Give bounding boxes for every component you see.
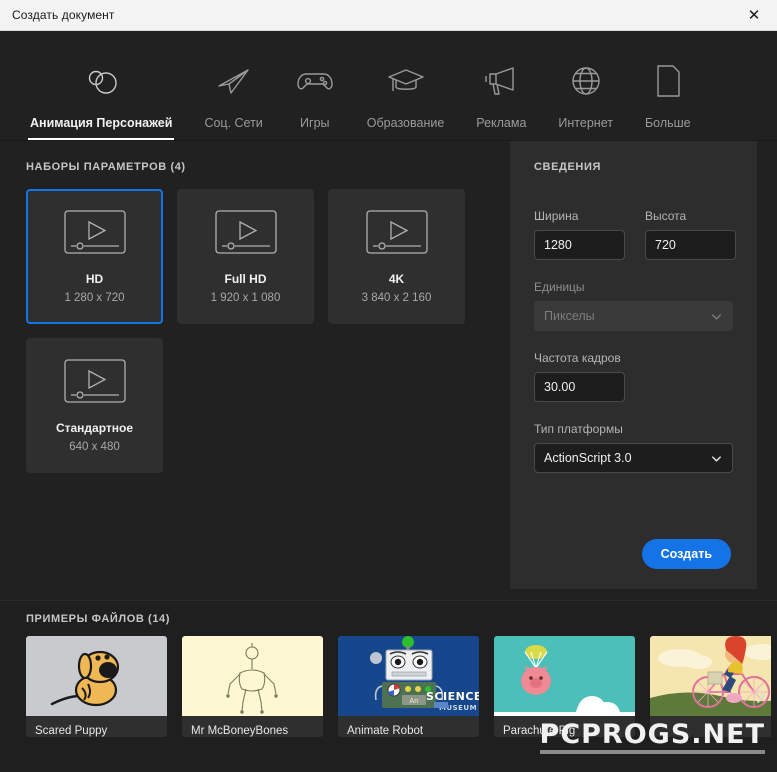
preset-card-standard[interactable]: Стандартное 640 x 480 — [26, 338, 163, 473]
sample-name: Parachute Pig — [503, 725, 576, 737]
preset-name: Стандартное — [55, 421, 134, 435]
category-tabs: Анимация Персонажей Соц. Сети Игры Образ… — [0, 31, 777, 141]
sample-files-strip: Scared Puppy Mr McBoneyBones An SCIENCE … — [26, 636, 771, 737]
dialog-body: НАБОРЫ ПАРАМЕТРОВ (4) HD 1 280 x 720 Ful… — [0, 141, 777, 600]
tab-games[interactable]: Игры — [279, 31, 351, 140]
sample-files-section: ПРИМЕРЫ ФАЙЛОВ (14) Scared Puppy Mr McBo… — [0, 600, 777, 772]
svg-text:SCIENCE: SCIENCE — [426, 690, 479, 703]
presets-section: НАБОРЫ ПАРАМЕТРОВ (4) HD 1 280 x 720 Ful… — [0, 141, 510, 600]
height-label: Высота — [645, 209, 687, 223]
preset-grid: HD 1 280 x 720 Full HD 1 920 x 1 080 4K … — [26, 189, 486, 473]
preset-card-hd[interactable]: HD 1 280 x 720 — [26, 189, 163, 324]
preset-dimensions: 640 x 480 — [69, 441, 120, 453]
preset-card-full-hd[interactable]: Full HD 1 920 x 1 080 — [177, 189, 314, 324]
platform-value: ActionScript 3.0 — [544, 451, 632, 465]
tab-label: Соц. Сети — [204, 116, 263, 130]
globe-icon — [568, 58, 604, 104]
framerate-label: Частота кадров — [534, 351, 621, 365]
sample-thumbnail-pig — [494, 636, 635, 716]
video-preset-icon — [365, 209, 429, 260]
size-fields-row: Ширина Высота — [534, 209, 736, 260]
title-bar: Создать документ ✕ — [0, 0, 777, 31]
units-value: Пикселы — [544, 309, 595, 323]
samples-section-title: ПРИМЕРЫ ФАЙЛОВ (14) — [26, 613, 171, 625]
preset-name: Full HD — [224, 272, 267, 286]
tab-social-media[interactable]: Соц. Сети — [188, 31, 278, 140]
tab-label: Реклама — [476, 116, 527, 130]
window-title: Создать документ — [12, 8, 115, 22]
tab-character-animation[interactable]: Анимация Персонажей — [14, 31, 188, 140]
tab-more[interactable]: Больше — [629, 31, 707, 140]
tab-label: Анимация Персонажей — [30, 116, 173, 130]
chevron-right-icon[interactable] — [749, 681, 771, 711]
sample-card-scared-puppy[interactable]: Scared Puppy — [26, 636, 167, 737]
video-preset-icon — [63, 209, 127, 260]
sample-name — [650, 716, 771, 725]
video-preset-icon — [63, 358, 127, 409]
preset-dimensions: 1 280 x 720 — [64, 292, 125, 304]
sample-name: Scared Puppy — [35, 725, 108, 737]
tab-internet[interactable]: Интернет — [542, 31, 629, 140]
chevron-down-icon — [712, 455, 721, 462]
preset-card-4k[interactable]: 4K 3 840 x 2 160 — [328, 189, 465, 324]
framerate-field-group: Частота кадров — [534, 351, 731, 402]
chevron-down-icon — [712, 313, 721, 320]
character-animation-icon — [81, 58, 121, 104]
sample-card-animate-robot[interactable]: An SCIENCE MUSEUM Animate Robot — [338, 636, 479, 737]
sample-thumbnail-puppy — [26, 636, 167, 716]
width-field-group: Ширина — [534, 209, 625, 260]
preset-name: HD — [85, 272, 104, 286]
tab-label: Образование — [366, 116, 445, 130]
tab-education[interactable]: Образование — [351, 31, 460, 140]
create-button[interactable]: Создать — [641, 539, 731, 569]
units-field-group: Единицы Пикселы — [534, 280, 733, 331]
framerate-input[interactable] — [534, 372, 625, 402]
gamepad-icon — [295, 58, 335, 104]
sample-name: Animate Robot — [347, 725, 424, 737]
preset-dimensions: 3 840 x 2 160 — [361, 292, 432, 304]
details-section-title: СВЕДЕНИЯ — [534, 161, 601, 173]
sample-thumbnail-skeleton — [182, 636, 323, 716]
details-panel: СВЕДЕНИЯ Ширина Высота Единицы Пикселы — [510, 141, 757, 589]
sample-name: Mr McBoneyBones — [191, 725, 289, 737]
platform-field-group: Тип платформы ActionScript 3.0 — [534, 422, 733, 473]
tab-label: Игры — [300, 116, 330, 130]
platform-label: Тип платформы — [534, 422, 623, 436]
create-document-dialog: Создать документ ✕ Анимация Персонажей С… — [0, 0, 777, 772]
tab-label: Больше — [644, 116, 691, 130]
tab-advertising[interactable]: Реклама — [460, 31, 542, 140]
presets-section-title: НАБОРЫ ПАРАМЕТРОВ (4) — [26, 161, 186, 173]
platform-select[interactable]: ActionScript 3.0 — [534, 443, 733, 473]
close-icon[interactable]: ✕ — [731, 0, 777, 31]
preset-dimensions: 1 920 x 1 080 — [210, 292, 281, 304]
height-field-group: Высота — [645, 209, 736, 260]
units-select: Пикселы — [534, 301, 733, 331]
sample-thumbnail-robot: An SCIENCE MUSEUM — [338, 636, 479, 716]
svg-text:An: An — [409, 697, 418, 705]
height-input[interactable] — [645, 230, 736, 260]
sample-card-mr-mcboneybones[interactable]: Mr McBoneyBones — [182, 636, 323, 737]
width-input[interactable] — [534, 230, 625, 260]
units-label: Единицы — [534, 280, 585, 294]
width-label: Ширина — [534, 209, 579, 223]
megaphone-icon — [482, 58, 520, 104]
active-tab-underline — [28, 138, 175, 140]
graduation-cap-icon — [386, 58, 426, 104]
video-preset-icon — [214, 209, 278, 260]
preset-name: 4K — [388, 272, 405, 286]
panel-spacer — [534, 473, 731, 539]
document-icon — [653, 58, 683, 104]
paper-plane-icon — [215, 58, 253, 104]
sample-card-parachute-pig[interactable]: Parachute Pig — [494, 636, 635, 737]
tab-label: Интернет — [558, 116, 613, 130]
